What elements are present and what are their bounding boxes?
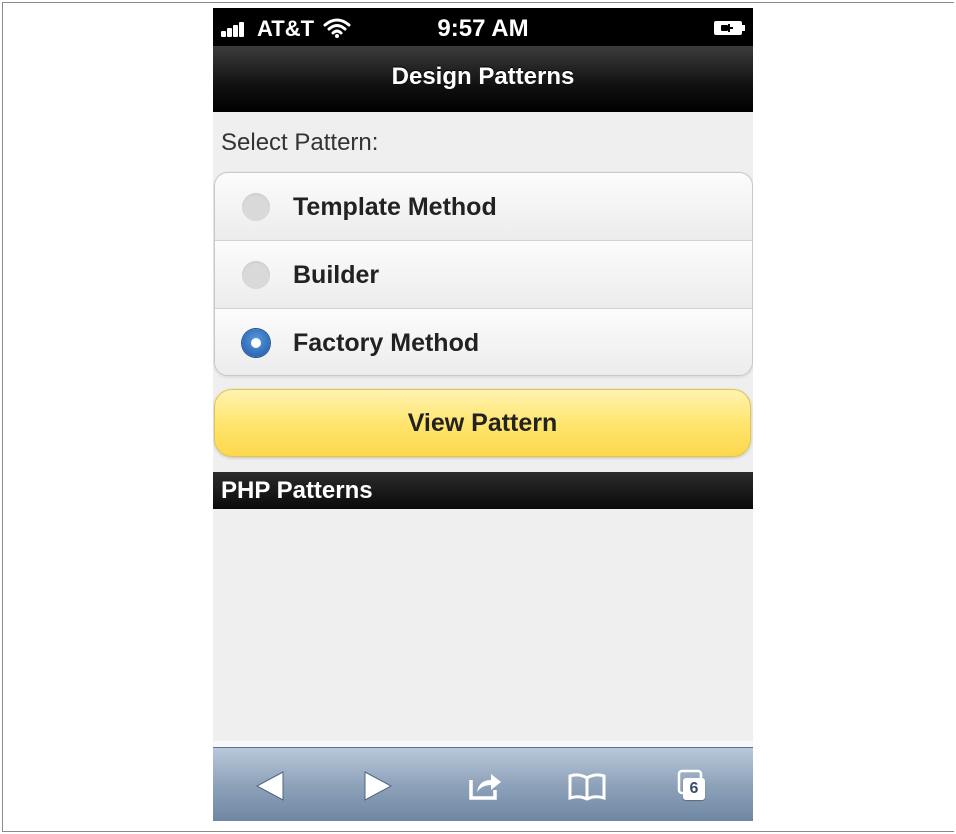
browser-toolbar: 6	[213, 747, 753, 821]
radio-option-factory-method[interactable]: Factory Method	[215, 309, 752, 375]
radio-label: Template Method	[293, 193, 497, 221]
pattern-radio-group: Template Method Builder Factory Method	[214, 172, 753, 376]
battery-charging-icon	[714, 21, 745, 35]
radio-option-template-method[interactable]: Template Method	[215, 173, 752, 241]
status-time: 9:57 AM	[437, 15, 529, 42]
tabs-icon[interactable]: 6	[675, 768, 715, 804]
radio-label: Builder	[293, 261, 380, 289]
app-header: Design Patterns	[213, 46, 753, 112]
select-pattern-label: Select Pattern:	[221, 129, 379, 156]
tab-count-badge: 6	[683, 778, 705, 800]
bookmarks-icon[interactable]	[567, 768, 607, 804]
radio-button-icon[interactable]	[242, 261, 270, 289]
view-pattern-button[interactable]: View Pattern	[214, 389, 751, 457]
back-arrow-icon[interactable]	[251, 768, 291, 804]
php-patterns-section-header: PHP Patterns	[213, 472, 753, 509]
phone-screen: AT&T 9:57 AM Design Patterns Select Patt…	[213, 8, 753, 821]
forward-arrow-icon[interactable]	[357, 768, 397, 804]
view-pattern-button-label: View Pattern	[407, 409, 558, 437]
radio-option-builder[interactable]: Builder	[215, 241, 752, 309]
radio-button-icon[interactable]	[242, 193, 270, 221]
page-title: Design Patterns	[391, 63, 575, 90]
status-bar: AT&T 9:57 AM	[213, 8, 753, 46]
radio-button-checked-icon[interactable]	[242, 329, 270, 357]
radio-label: Factory Method	[293, 329, 480, 357]
share-icon[interactable]	[465, 768, 505, 804]
section-title: PHP Patterns	[221, 477, 373, 504]
